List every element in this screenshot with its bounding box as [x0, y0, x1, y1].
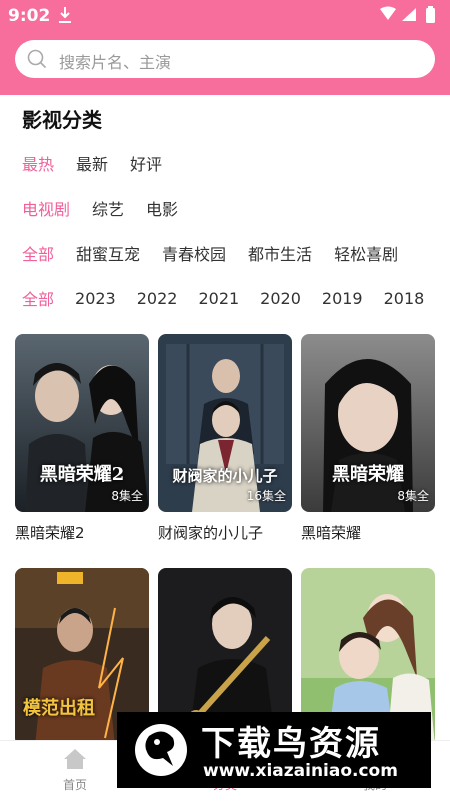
year-filter-row: 全部 2023 2022 2021 2020 2019 2018	[22, 285, 424, 311]
drama-card[interactable]: 财阀家的小儿子 16集全 财阀家的小儿子	[158, 334, 292, 543]
drama-card[interactable]: 黑暗荣耀 8集全 黑暗荣耀	[301, 334, 435, 543]
sort-option-hot[interactable]: 最热	[22, 151, 54, 175]
year-option-2019[interactable]: 2019	[322, 289, 363, 308]
nav-home[interactable]: 首页	[40, 747, 110, 793]
type-filter-row: 电视剧 综艺 电影	[22, 195, 200, 221]
year-option-2022[interactable]: 2022	[137, 289, 178, 308]
drama-card[interactable]: 黑暗荣耀2 8集全 黑暗荣耀2	[15, 334, 149, 543]
bird-logo-icon	[135, 724, 187, 776]
year-option-2023[interactable]: 2023	[75, 289, 116, 308]
episode-badge: 8集全	[111, 489, 143, 503]
year-option-2018[interactable]: 2018	[384, 289, 425, 308]
genre-option-campus[interactable]: 青春校园	[162, 241, 226, 265]
status-bar: 9:02	[0, 0, 450, 32]
genre-filter-row: 全部 甜蜜互宠 青春校园 都市生活 轻松喜剧	[22, 240, 420, 266]
year-option-all[interactable]: 全部	[22, 286, 54, 310]
episode-badge: 16集全	[246, 489, 286, 503]
watermark-banner: 下载鸟资源 www.xiazainiao.com	[117, 712, 431, 788]
genre-option-romance[interactable]: 甜蜜互宠	[76, 241, 140, 265]
genre-option-all[interactable]: 全部	[22, 241, 54, 265]
section-title: 影视分类	[22, 108, 102, 132]
search-placeholder: 搜索片名、主演	[59, 53, 172, 72]
poster-title: 财阀家的小儿子	[172, 467, 278, 485]
watermark-brand: 下载鸟资源	[201, 724, 381, 764]
sort-option-new[interactable]: 最新	[76, 151, 108, 175]
watermark-url: www.xiazainiao.com	[203, 761, 398, 781]
type-option-variety[interactable]: 综艺	[92, 196, 124, 220]
poster-image: 黑暗荣耀 8集全	[301, 334, 435, 512]
poster-image: 财阀家的小儿子 16集全	[158, 334, 292, 512]
poster-title: 黑暗荣耀2	[39, 464, 125, 485]
sort-option-rated[interactable]: 好评	[130, 151, 162, 175]
year-option-2021[interactable]: 2021	[198, 289, 239, 308]
poster-title: 黑暗荣耀	[332, 464, 404, 485]
download-icon	[59, 7, 71, 23]
type-option-movie[interactable]: 电影	[146, 196, 178, 220]
sort-filter-row: 最热 最新 好评	[22, 150, 184, 176]
year-option-2020[interactable]: 2020	[260, 289, 301, 308]
card-title: 财阀家的小儿子	[158, 524, 264, 542]
genre-option-urban[interactable]: 都市生活	[248, 241, 312, 265]
genre-option-comedy[interactable]: 轻松喜剧	[334, 241, 398, 265]
search-bar[interactable]: 搜索片名、主演	[15, 40, 435, 78]
nav-home-label: 首页	[62, 778, 87, 792]
header-bar: 9:02 搜索片名、主演	[0, 0, 450, 95]
card-title: 黑暗荣耀2	[15, 524, 85, 542]
poster-image: 黑暗荣耀2 8集全	[15, 334, 149, 512]
status-time: 9:02	[8, 6, 51, 26]
episode-badge: 8集全	[397, 489, 429, 503]
home-icon	[64, 749, 86, 769]
search-icon	[27, 49, 47, 69]
card-title: 黑暗荣耀	[301, 524, 362, 542]
type-option-tv[interactable]: 电视剧	[22, 196, 70, 220]
signal-battery-icon	[380, 6, 435, 23]
